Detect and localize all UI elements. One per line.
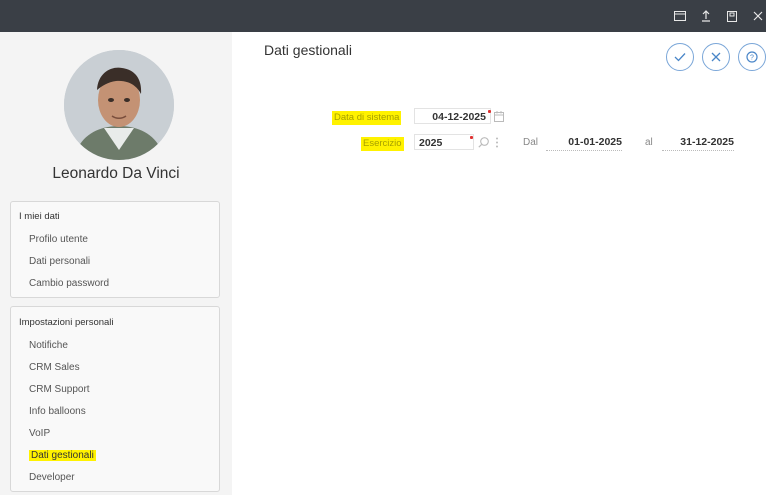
help-icon: ? [746,51,758,63]
avatar[interactable] [64,50,174,160]
esercizio-field[interactable]: 2025 [414,134,474,150]
section-title-my-data: I miei dati [19,211,60,222]
sidebar-item-profilo-utente[interactable]: Profilo utente [29,234,88,245]
sidebar-item-notifiche[interactable]: Notifiche [29,340,68,351]
sidebar-item-crm-support[interactable]: CRM Support [29,384,90,395]
required-marker-data [488,110,491,113]
al-value: 31-12-2025 [662,136,734,151]
top-bar [0,0,766,32]
sidebar-item-cambio-password[interactable]: Cambio password [29,278,109,289]
close-icon[interactable] [750,8,766,24]
required-marker-esercizio [470,136,473,139]
sidebar-item-developer[interactable]: Developer [29,472,75,483]
calendar-icon[interactable] [494,109,504,127]
sidebar-item-dati-gestionali-label: Dati gestionali [29,450,96,461]
esercizio-label: Esercizio [361,137,404,151]
sidebar-item-crm-sales[interactable]: CRM Sales [29,362,80,373]
my-data-panel: I miei dati Profilo utente Dati personal… [10,201,220,298]
sidebar-item-dati-gestionali[interactable]: Dati gestionali [29,450,96,461]
main-content: Dati gestionali ? Data di sistema 04-12-… [232,32,766,495]
user-name: Leonardo Da Vinci [52,165,180,182]
data-sistema-label: Data di sistema [332,111,402,125]
svg-text:?: ? [750,55,754,62]
confirm-icon [674,53,686,62]
sidebar-item-voip[interactable]: VoIP [29,428,50,439]
upload-icon[interactable] [698,8,714,24]
sidebar-item-dati-personali[interactable]: Dati personali [29,256,90,267]
save-icon[interactable] [724,8,740,24]
more-options-icon[interactable] [495,135,499,153]
sidebar: Leonardo Da Vinci I miei dati Profilo ut… [0,32,232,495]
page-title: Dati gestionali [264,42,352,58]
dal-label: Dal [523,137,539,148]
data-sistema-field[interactable]: 04-12-2025 [414,108,491,124]
window-icon[interactable] [672,8,688,24]
search-icon[interactable] [478,135,489,153]
personal-settings-panel: Impostazioni personali Notifiche CRM Sal… [10,306,220,492]
help-button[interactable]: ? [738,43,766,71]
al-label: al [645,137,653,148]
confirm-button[interactable] [666,43,694,71]
action-buttons: ? [666,43,766,71]
dal-value: 01-01-2025 [546,136,622,151]
cancel-icon [711,52,721,62]
section-title-personal-settings: Impostazioni personali [19,317,114,328]
cancel-button[interactable] [702,43,730,71]
sidebar-item-info-balloons[interactable]: Info balloons [29,406,86,417]
